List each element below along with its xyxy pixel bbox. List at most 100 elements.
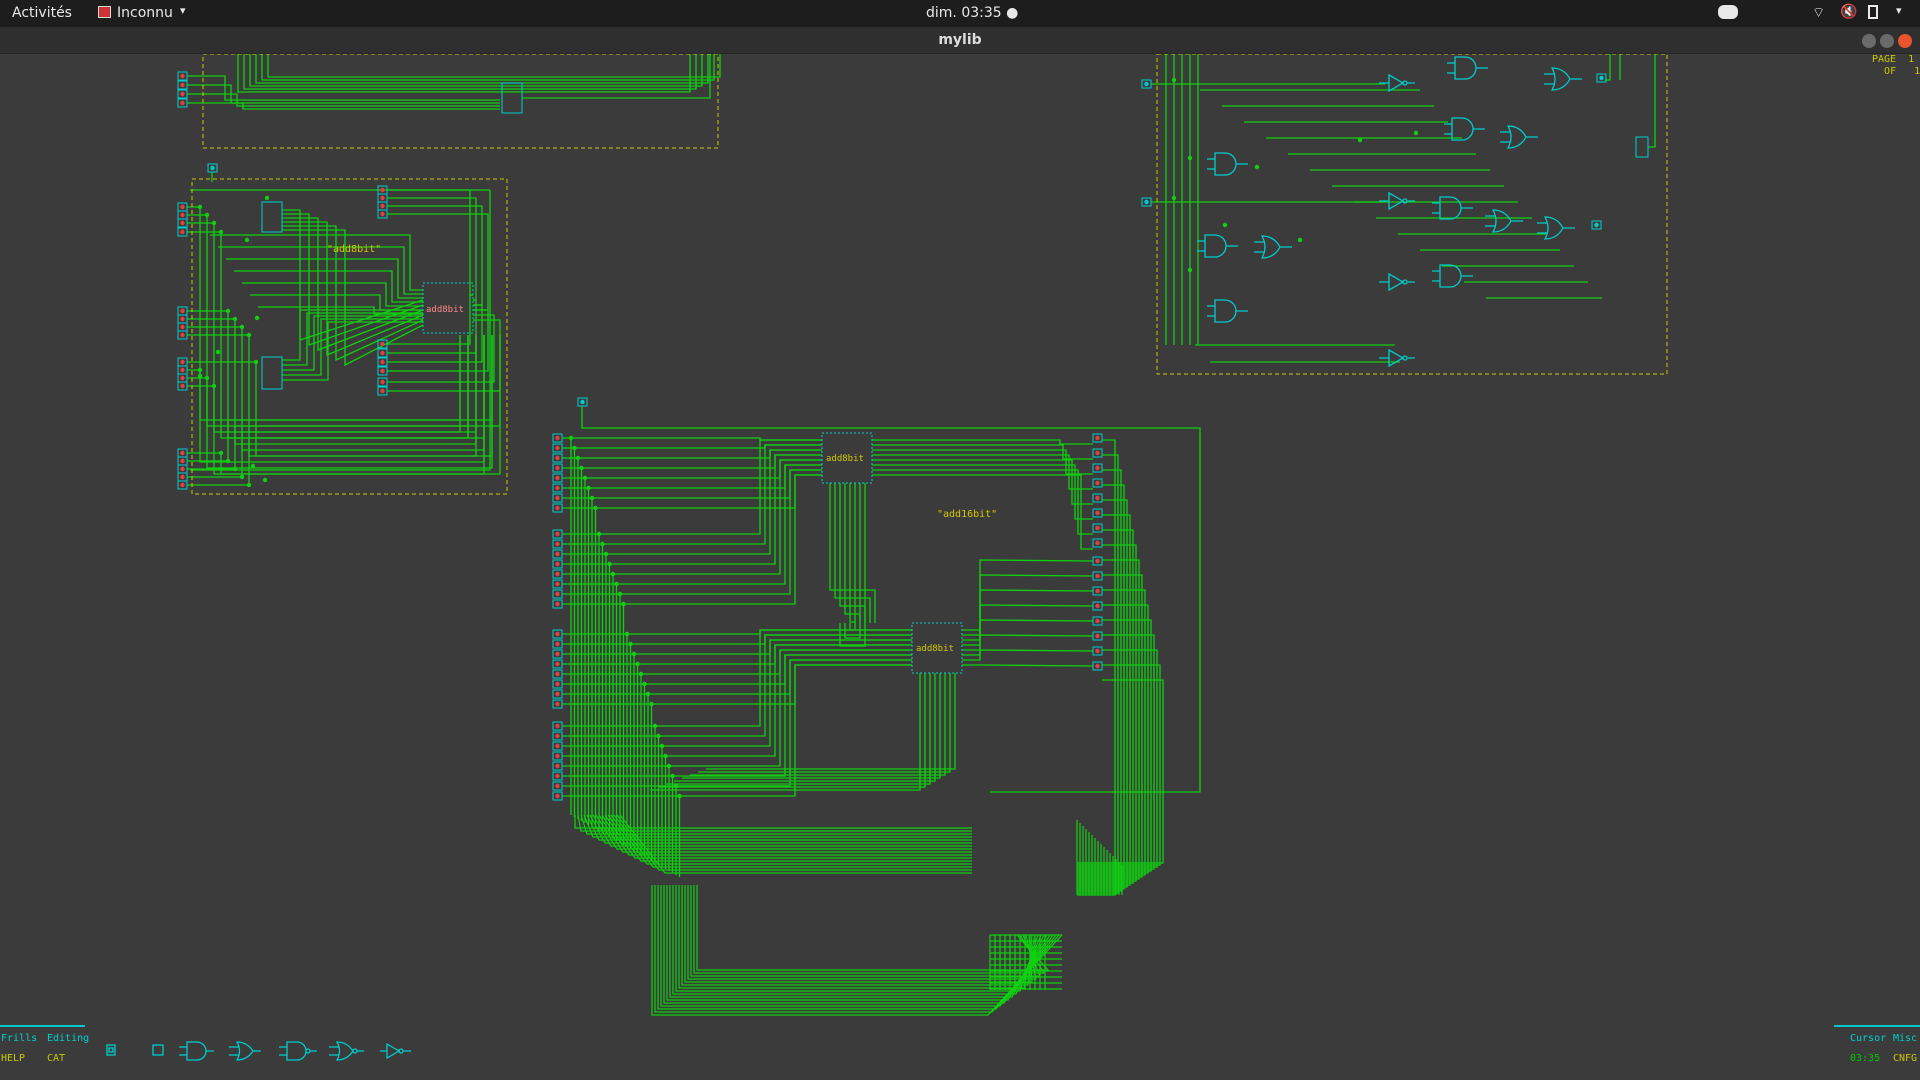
page-number: 1 [1908, 54, 1915, 65]
junction-dot [579, 465, 584, 471]
io-pin [552, 529, 563, 539]
subcircuit-block [261, 356, 283, 390]
bus-line [595, 814, 972, 850]
window-title-bar: mylib [0, 27, 1920, 54]
junction-dot [1171, 77, 1177, 83]
junction-dot [232, 466, 238, 472]
io-pin [377, 193, 388, 203]
io-pin [377, 201, 388, 211]
wire [666, 673, 931, 785]
activities-button[interactable]: Activités [12, 5, 72, 21]
io-pin [177, 322, 188, 332]
junction-dot [218, 450, 224, 456]
wire [839, 483, 866, 623]
io-pin [377, 366, 388, 376]
and-gate-icon [1432, 264, 1473, 288]
battery-icon[interactable] [1868, 5, 1878, 19]
module-boundary-top-left [202, 54, 719, 149]
module-label-add8bit: "add8bit" [327, 244, 381, 255]
io-pin [552, 781, 563, 791]
minimize-button[interactable] [1862, 34, 1876, 48]
schematic-canvas[interactable]: "add8bit" add8bit "add16bit" add8bit add… [0, 54, 1920, 1080]
wire [672, 654, 912, 777]
io-pin [177, 472, 188, 482]
close-button[interactable] [1898, 34, 1912, 48]
io-pin [177, 210, 188, 220]
window-title: mylib [938, 32, 982, 48]
system-top-bar: Activités Inconnu ▾ dim. 03:35 ● ⌔ 🔇 ▾ [0, 0, 1920, 27]
junction-dot [239, 474, 245, 480]
io-pin [1092, 478, 1103, 488]
wire [662, 639, 912, 747]
cnfg-button[interactable]: CNFG [1893, 1053, 1917, 1064]
component-palette[interactable] [95, 1040, 475, 1062]
schematic-drawing[interactable]: "add8bit" add8bit "add16bit" add8bit add… [0, 54, 1920, 1080]
app-menu[interactable]: Inconnu [117, 5, 173, 21]
bus-line [690, 885, 1041, 977]
junction-dot [631, 651, 637, 657]
io-pin [177, 218, 188, 228]
junction-dot [575, 455, 581, 461]
misc-menu[interactable]: Misc [1893, 1033, 1917, 1044]
and-gate-icon [179, 1041, 214, 1061]
wire [249, 54, 703, 87]
wifi-icon[interactable]: ⌔ [1812, 4, 1825, 22]
frills-menu[interactable]: Frills [1, 1033, 37, 1044]
io-pin [177, 381, 188, 391]
io-pin [177, 464, 188, 474]
volume-muted-icon[interactable]: 🔇 [1840, 4, 1857, 20]
io-pin [1092, 616, 1103, 626]
wire [690, 673, 946, 776]
junction-dot [211, 383, 217, 389]
io-pin [1141, 79, 1152, 89]
io-pin [1092, 586, 1103, 596]
junction-dot [656, 733, 661, 739]
junction-dot [1413, 130, 1419, 136]
discord-icon[interactable] [1718, 5, 1738, 19]
bus-line [675, 885, 1039, 992]
io-pin [552, 539, 563, 549]
io-pin [177, 71, 188, 81]
wire [674, 673, 936, 782]
io-pin [1092, 646, 1103, 656]
bus-line [654, 885, 1060, 1013]
or-gate-icon [229, 1041, 261, 1061]
clock[interactable]: dim. 03:35 ● [926, 5, 1018, 21]
or-gate-icon [1254, 235, 1292, 259]
io-pin [177, 330, 188, 340]
editing-menu[interactable]: Editing [47, 1033, 89, 1044]
junction-dot [638, 671, 644, 677]
cat-button[interactable]: CAT [47, 1053, 65, 1064]
junction-dot [593, 505, 598, 511]
wire [676, 659, 912, 787]
chevron-down-icon[interactable]: ▾ [180, 4, 186, 17]
io-pin [177, 306, 188, 316]
wire [872, 459, 1093, 505]
junction-dot [225, 308, 231, 314]
block-label-add8bit-b: add8bit [916, 644, 954, 654]
wire [1648, 54, 1656, 148]
io-pin [1092, 433, 1103, 443]
system-menu-chevron-icon[interactable]: ▾ [1896, 4, 1902, 17]
io-pin [377, 209, 388, 219]
help-button[interactable]: HELP [1, 1053, 25, 1064]
wire [616, 464, 822, 585]
status-divider-left [0, 1025, 85, 1027]
junction-dot [1187, 267, 1193, 273]
junction-dot [197, 204, 203, 210]
block-label-add8bit-a: add8bit [826, 454, 864, 464]
io-pin [552, 751, 563, 761]
junction-dot [666, 763, 672, 769]
wire [872, 439, 1093, 445]
io-pin [1596, 73, 1607, 83]
maximize-button[interactable] [1880, 34, 1894, 48]
io-pin [552, 559, 563, 569]
block-palette-icon [152, 1044, 164, 1056]
bus-line [693, 885, 1046, 974]
cursor-menu[interactable]: Cursor [1850, 1033, 1886, 1044]
wire [1077, 604, 1149, 874]
and-gate-icon [1447, 56, 1488, 80]
status-divider-right [1834, 1025, 1920, 1027]
wire [187, 335, 493, 469]
wire [187, 335, 493, 462]
